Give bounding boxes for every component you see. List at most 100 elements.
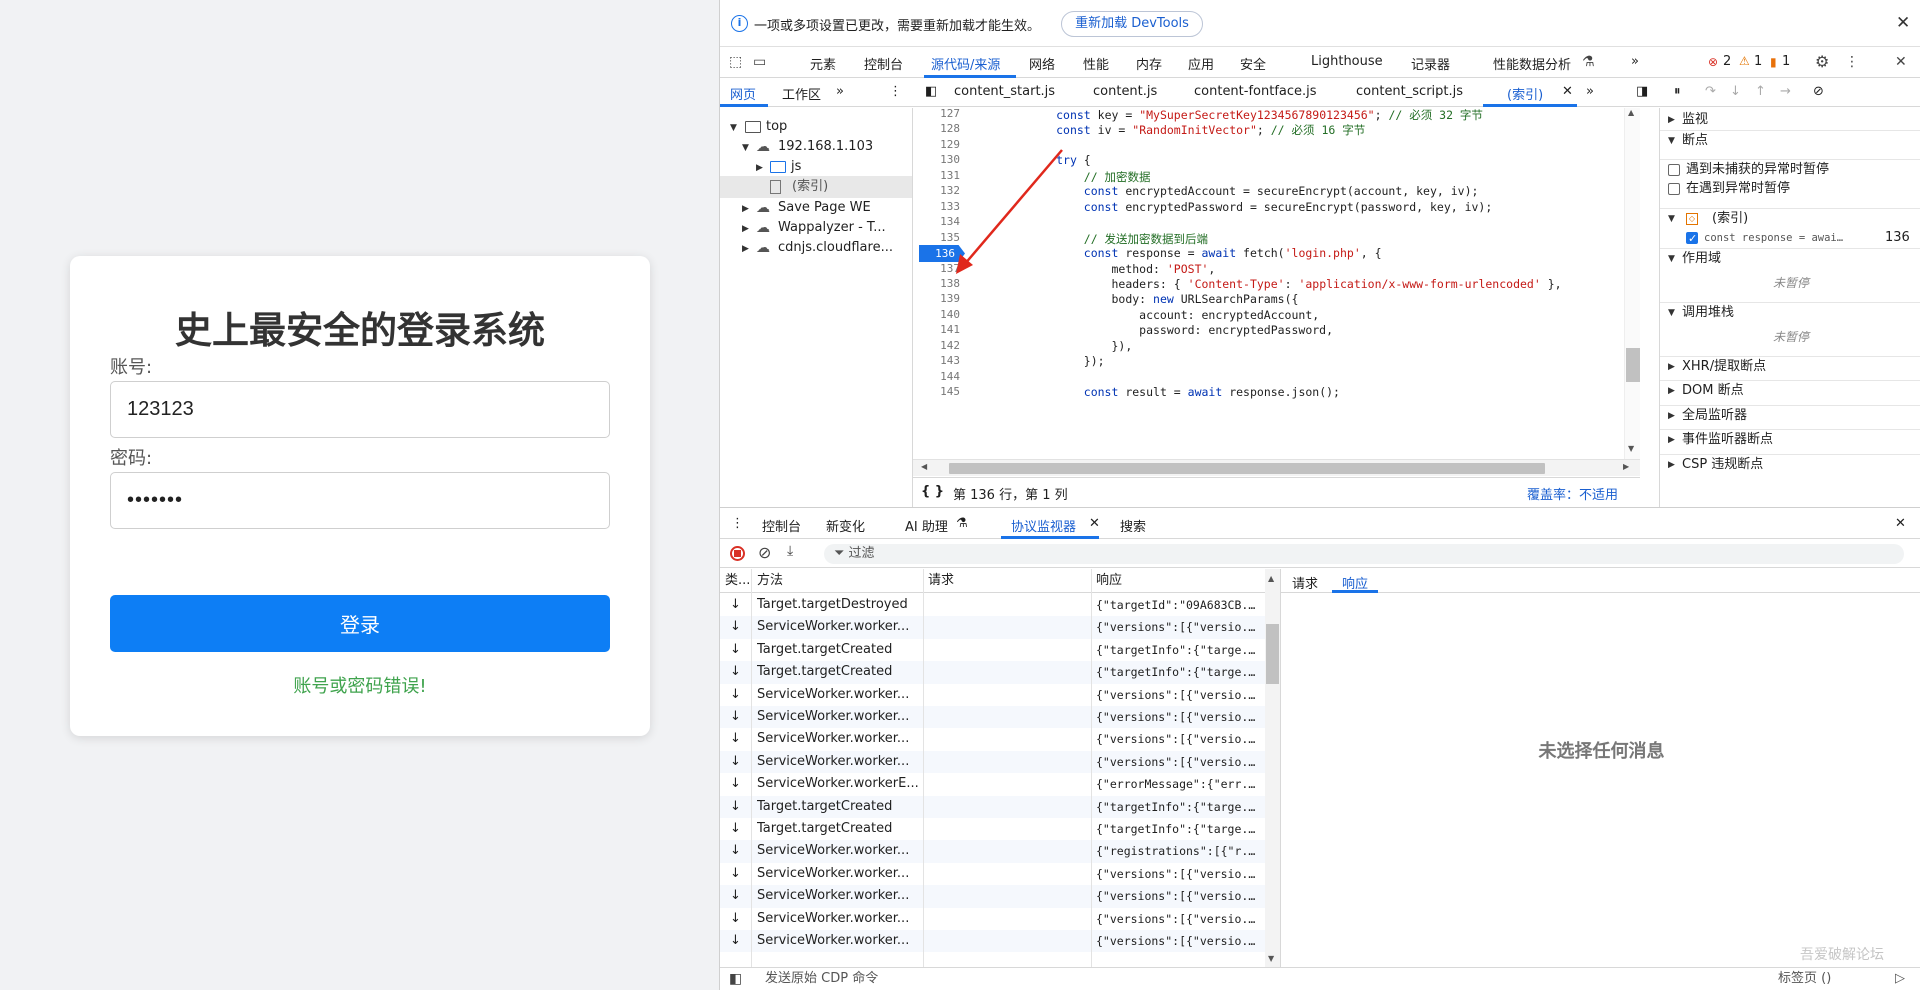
code-horizontal-scrollbar[interactable]: ◀ ▶ [913, 459, 1640, 476]
table-row[interactable]: ↓ ServiceWorker.workerE... {"errorMessage"… [720, 773, 1265, 795]
drawer-tab-changes[interactable]: 新变化 [826, 516, 865, 535]
line-number[interactable]: 139 [913, 292, 960, 305]
scroll-left-icon[interactable]: ◀ [921, 462, 927, 471]
nav-tab-page[interactable]: 网页 [730, 84, 756, 103]
pause-caught-row[interactable]: 在遇到异常时暂停 [1660, 179, 1920, 199]
table-row[interactable]: ↓ Target.targetCreated {"targetInfo":{"tar… [720, 818, 1265, 840]
step-icon[interactable]: → [1780, 84, 1791, 99]
table-row[interactable]: ↓ Target.targetCreated {"targetInfo":{"tar… [720, 795, 1265, 818]
table-row[interactable]: ↓ ServiceWorker.worker... {"versions":[{"v… [720, 885, 1265, 908]
drawer-tab-console[interactable]: 控制台 [762, 516, 801, 535]
global-listeners-section[interactable]: ▶ 全局监听器 [1660, 405, 1920, 425]
table-row[interactable]: ↓ ServiceWorker.worker... {"versions":[{"v… [720, 706, 1265, 729]
code-line[interactable]: 145 const result = await response.json()… [913, 383, 1640, 402]
line-number[interactable]: 144 [913, 370, 960, 383]
line-number[interactable]: 131 [913, 169, 960, 182]
line-number[interactable]: 141 [913, 323, 960, 336]
line-number[interactable]: 140 [913, 308, 960, 321]
file-tab-content[interactable]: content.js [1093, 84, 1157, 99]
scope-section[interactable]: ▼ 作用域 [1660, 248, 1920, 268]
scroll-right-icon[interactable]: ▶ [1623, 462, 1629, 471]
line-number[interactable]: 134 [913, 215, 960, 228]
tab-memory[interactable]: 内存 [1136, 54, 1162, 73]
device-toolbar-icon[interactable]: ▭ [753, 54, 766, 70]
table-row[interactable]: ↓ ServiceWorker.worker... {"versions":[{"v… [720, 863, 1265, 885]
pretty-print-icon[interactable]: { } [921, 484, 944, 499]
close-infobar-icon[interactable]: ✕ [1896, 13, 1910, 33]
code-vertical-scrollbar[interactable]: ▲ ▼ [1624, 108, 1640, 459]
event-listener-breakpoints-section[interactable]: ▶ 事件监听器断点 [1660, 429, 1920, 449]
step-out-icon[interactable]: ↑ [1755, 84, 1766, 99]
step-into-icon[interactable]: ↓ [1730, 84, 1741, 99]
file-tab-content-script[interactable]: content_script.js [1356, 84, 1463, 99]
file-tab-content-start[interactable]: content_start.js [954, 84, 1055, 99]
close-drawer-icon[interactable]: ✕ [1895, 516, 1906, 531]
account-input[interactable] [110, 381, 610, 438]
file-tab-index[interactable]: (索引) [1507, 84, 1543, 103]
tree-item-cdnjs[interactable]: ▶ ☁ cdnjs.cloudflare... [720, 237, 912, 259]
line-number[interactable]: 133 [913, 200, 960, 213]
filter-input[interactable]: ⏷ 过滤 [824, 544, 1904, 564]
table-scrollbar[interactable]: ▲ ▼ [1265, 569, 1280, 967]
close-drawer-tab-icon[interactable]: ✕ [1089, 516, 1100, 531]
breakpoints-section[interactable]: ▼ 断点 [1660, 130, 1920, 150]
drawer-tab-ai-assistant[interactable]: AI 助理 [905, 516, 948, 535]
csp-breakpoints-section[interactable]: ▶ CSP 违规断点 [1660, 454, 1920, 474]
table-row[interactable]: ↓ ServiceWorker.worker... {"versions":[{"v… [720, 908, 1265, 930]
call-stack-section[interactable]: ▼ 调用堆栈 [1660, 302, 1920, 322]
line-number[interactable]: 127 [913, 108, 960, 120]
table-row[interactable]: ↓ ServiceWorker.worker... {"versions":[{"v… [720, 684, 1265, 706]
table-row[interactable]: ↓ ServiceWorker.worker... {"versions":[{"v… [720, 930, 1265, 953]
table-row[interactable]: ↓ ServiceWorker.worker... {"versions":[{"v… [720, 750, 1265, 774]
coverage-link[interactable]: 覆盖率：不适用 [1527, 484, 1618, 503]
sidebar-toggle-icon[interactable]: ◧ [729, 968, 742, 990]
toggle-debugger-icon[interactable]: ◨ [1636, 84, 1648, 99]
col-request[interactable]: 请求 [923, 569, 954, 593]
warning-icon[interactable]: ⚠ [1739, 54, 1750, 68]
drawer-tab-protocol-monitor[interactable]: 协议监视器 [1011, 516, 1076, 535]
play-icon[interactable]: ▷ [1895, 968, 1905, 990]
code-hscroll-thumb[interactable] [949, 463, 1545, 474]
tab-network[interactable]: 网络 [1029, 54, 1055, 73]
record-stop-icon[interactable] [730, 546, 745, 561]
download-icon[interactable]: ⤓ [787, 543, 793, 559]
nav-more-icon[interactable]: » [836, 84, 844, 99]
tree-item-save-page[interactable]: ▶ ☁ Save Page WE [720, 197, 912, 219]
drawer-tab-search[interactable]: 搜索 [1120, 516, 1146, 535]
tree-item-host[interactable]: ▼ ☁ 192.168.1.103 [720, 136, 912, 158]
tab-recorder[interactable]: 记录器 [1411, 54, 1450, 73]
tab-application[interactable]: 应用 [1188, 54, 1214, 73]
code-vscroll-thumb[interactable] [1626, 348, 1640, 382]
detail-tab-request[interactable]: 请求 [1292, 573, 1318, 592]
close-file-tab-icon[interactable]: ✕ [1562, 84, 1573, 99]
login-button[interactable]: 登录 [110, 595, 610, 652]
line-number[interactable]: 143 [913, 354, 960, 367]
tree-item-wappalyzer[interactable]: ▶ ☁ Wappalyzer - T... [720, 217, 912, 239]
col-type[interactable]: 类... [720, 569, 750, 593]
line-number[interactable]: 129 [913, 138, 960, 151]
pause-uncaught-row[interactable]: 遇到未捕获的异常时暂停 [1660, 159, 1920, 179]
table-row[interactable]: ↓ Target.targetDestroyed {"targetId":"09A6… [720, 594, 1265, 616]
line-number[interactable]: 130 [913, 153, 960, 166]
scroll-down-icon[interactable]: ▼ [1628, 444, 1634, 453]
line-number[interactable]: 135 [913, 231, 960, 244]
pause-caught-checkbox[interactable] [1668, 183, 1680, 195]
xhr-breakpoints-section[interactable]: ▶ XHR/提取断点 [1660, 356, 1920, 376]
error-icon[interactable]: ⊗ [1708, 55, 1718, 69]
drawer-menu-icon[interactable]: ⋮ [731, 516, 744, 531]
table-row[interactable]: ↓ ServiceWorker.worker... {"versions":[{"v… [720, 616, 1265, 639]
breakpoint-checkbox[interactable] [1686, 229, 1698, 249]
scroll-up-icon[interactable]: ▲ [1268, 574, 1274, 583]
tab-console[interactable]: 控制台 [864, 54, 903, 73]
password-input[interactable] [110, 472, 610, 529]
nav-tab-workspace[interactable]: 工作区 [782, 84, 821, 103]
step-over-icon[interactable]: ↷ [1705, 84, 1716, 99]
tab-lighthouse[interactable]: Lighthouse [1311, 54, 1383, 69]
inspect-element-icon[interactable]: ⬚ [729, 54, 742, 70]
scroll-down-icon[interactable]: ▼ [1268, 954, 1274, 963]
line-number[interactable]: 132 [913, 184, 960, 197]
tab-elements[interactable]: 元素 [810, 54, 836, 73]
more-tabs-button[interactable]: » [1631, 54, 1639, 69]
line-number[interactable]: 128 [913, 122, 960, 135]
tree-item-js[interactable]: ▶ js [720, 156, 912, 178]
